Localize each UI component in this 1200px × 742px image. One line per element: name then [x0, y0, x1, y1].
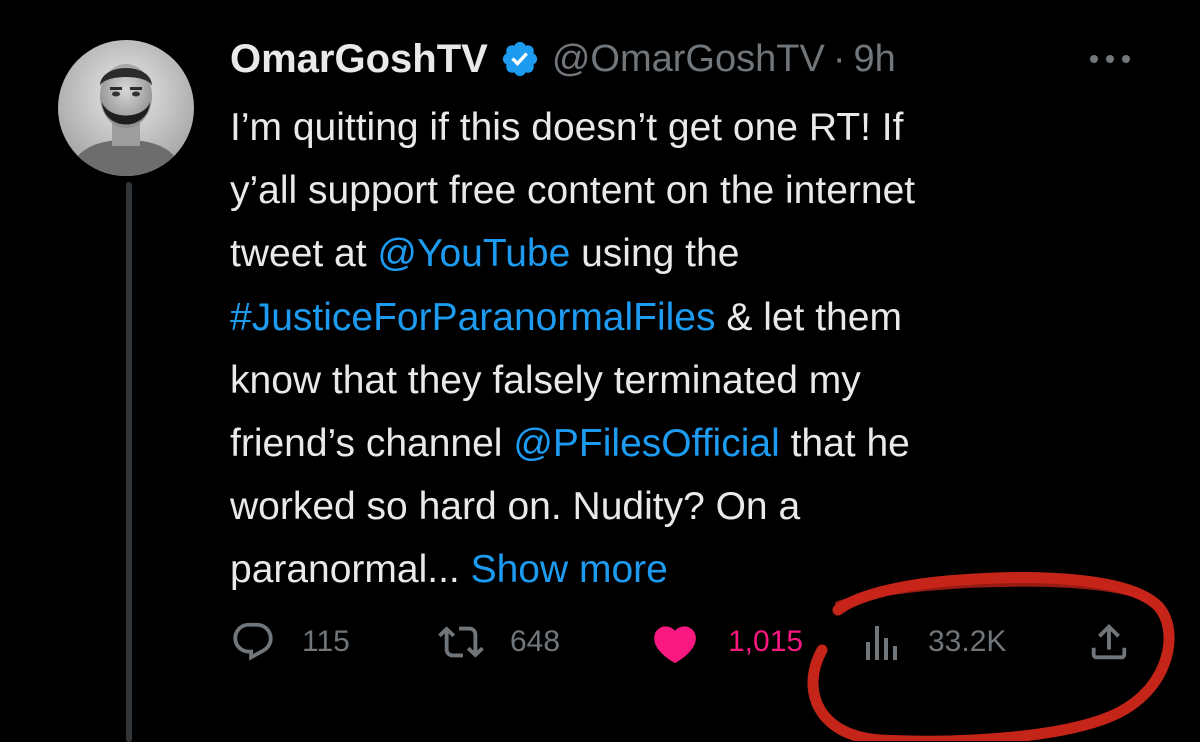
retweet-count: 648 — [510, 625, 561, 658]
reply-button[interactable]: 115 — [230, 612, 350, 672]
like-button[interactable]: 1,015 — [650, 612, 803, 672]
share-icon — [1086, 619, 1132, 665]
tweet-text-segment: know that they falsely terminated my — [230, 358, 861, 402]
tweet-text: I’m quitting if this doesn’t get one RT!… — [230, 96, 1150, 602]
like-count: 1,015 — [728, 625, 804, 658]
mention-link[interactable]: @YouTube — [377, 232, 570, 275]
tweet-text-line: friend’s channel @PFilesOfficial that he — [230, 412, 1150, 475]
tweet-text-segment: & let them — [715, 295, 902, 339]
display-name[interactable]: OmarGoshTV — [230, 37, 488, 82]
tweet-text-line: worked so hard on. Nudity? On a — [230, 475, 1150, 538]
tweet-text-segment: that he — [779, 422, 910, 466]
verified-badge-icon[interactable] — [500, 39, 540, 79]
tweet-text-segment: friend’s channel — [230, 422, 514, 466]
tweet-text-segment: using the — [570, 232, 740, 276]
more-options-icon[interactable] — [1082, 44, 1138, 74]
author-handle[interactable]: @OmarGoshTV — [552, 38, 825, 81]
tweet-text-segment: worked so hard on. Nudity? On a — [230, 485, 801, 529]
tweet-text-segment: tweet at — [230, 232, 378, 276]
timestamp[interactable]: 9h — [853, 38, 895, 81]
share-button[interactable] — [1086, 612, 1132, 672]
like-heart-icon — [650, 619, 700, 665]
tweet-text-segment: y’all support free content on the intern… — [230, 169, 916, 213]
tweet-text-line: tweet at @YouTube using the — [230, 222, 1150, 285]
tweet-text-line: paranormal... Show more — [230, 538, 1150, 601]
tweet-text-line: y’all support free content on the intern… — [230, 159, 1150, 222]
tweet-text-segment: I’m quitting if this doesn’t get one RT!… — [230, 106, 904, 149]
tweet-text-line: #JusticeForParanormalFiles & let them — [230, 286, 1150, 349]
avatar[interactable] — [58, 40, 194, 176]
views-button[interactable]: 33.2K — [862, 612, 1006, 672]
separator-dot: · — [832, 37, 846, 80]
views-count: 33.2K — [928, 625, 1007, 658]
avatar-photo — [58, 40, 194, 176]
reply-icon — [230, 619, 276, 665]
tweet-text-line: know that they falsely terminated my — [230, 349, 1150, 412]
tweet-text-line: I’m quitting if this doesn’t get one RT!… — [230, 96, 1150, 159]
mention-link[interactable]: @PFilesOfficial — [513, 422, 779, 465]
show-more-link[interactable]: Show more — [471, 548, 668, 591]
reply-count: 115 — [302, 625, 350, 658]
thread-line — [126, 182, 132, 742]
tweet-header: OmarGoshTV @OmarGoshTV · 9h — [230, 34, 896, 84]
retweet-icon — [438, 619, 484, 665]
hashtag-link[interactable]: #JusticeForParanormalFiles — [230, 296, 716, 339]
retweet-button[interactable]: 648 — [438, 612, 560, 672]
views-analytics-icon — [862, 622, 902, 662]
tweet-text-segment: paranormal... — [230, 548, 471, 592]
tweet-action-bar: 115 648 1,015 33.2K — [230, 612, 1150, 672]
